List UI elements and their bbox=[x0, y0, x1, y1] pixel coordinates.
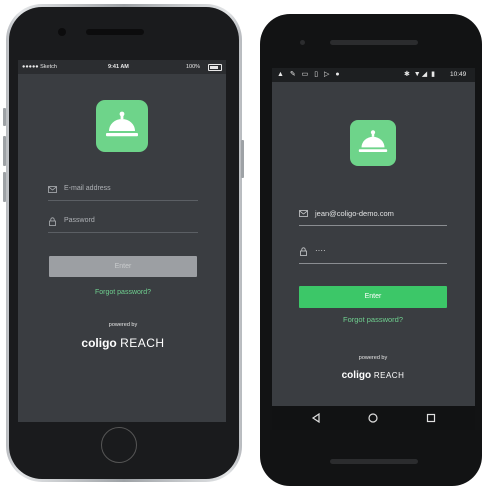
recents-icon[interactable] bbox=[426, 413, 436, 423]
brand-suffix: REACH bbox=[373, 371, 405, 380]
android-screen: ▲ ✎ ▭ ▯ ▷ ● ✱ ▼◢ ▮ 10:49 jean@coligo-dem… bbox=[272, 68, 475, 430]
iphone-screen: ●●●●● Sketch 9:41 AM 100% E-mail address… bbox=[18, 60, 226, 422]
bottom-speaker bbox=[330, 459, 418, 464]
password-underline bbox=[48, 232, 198, 233]
password-placeholder: Password bbox=[64, 217, 95, 224]
system-icons: ✱ ▼◢ ▮ bbox=[404, 71, 436, 78]
email-field[interactable]: jean@coligo-demo.com bbox=[299, 208, 447, 220]
home-button[interactable] bbox=[101, 427, 137, 463]
earpiece-speaker bbox=[86, 29, 144, 35]
brand-name: coligo bbox=[81, 336, 117, 350]
lock-icon bbox=[49, 217, 56, 226]
brand-logo: coligo REACH bbox=[48, 336, 198, 350]
password-field[interactable]: ···· bbox=[299, 246, 447, 258]
front-camera bbox=[58, 28, 66, 36]
mail-icon bbox=[299, 210, 308, 217]
app-logo-icon bbox=[350, 120, 396, 166]
back-icon[interactable] bbox=[311, 413, 321, 423]
mail-icon bbox=[48, 186, 57, 193]
email-value: jean@coligo-demo.com bbox=[315, 209, 394, 218]
brand-name: coligo bbox=[341, 370, 372, 381]
home-icon[interactable] bbox=[368, 413, 378, 423]
password-value: ···· bbox=[315, 246, 326, 255]
email-placeholder: E-mail address bbox=[64, 185, 111, 192]
email-underline bbox=[299, 225, 447, 226]
notification-icons: ▲ ✎ ▭ ▯ ▷ ● bbox=[277, 71, 342, 78]
password-underline bbox=[299, 263, 447, 264]
front-camera bbox=[300, 40, 305, 45]
brand-logo: coligo REACH bbox=[299, 370, 447, 381]
status-bar: ▲ ✎ ▭ ▯ ▷ ● ✱ ▼◢ ▮ 10:49 bbox=[272, 68, 475, 82]
carrier-label: ●●●●● Sketch bbox=[22, 64, 57, 70]
email-underline bbox=[48, 200, 198, 201]
app-logo-icon bbox=[96, 100, 148, 152]
password-field[interactable]: Password bbox=[48, 216, 198, 228]
powered-by-label: powered by bbox=[108, 322, 138, 328]
enter-button[interactable]: Enter bbox=[49, 256, 197, 277]
brand-suffix: REACH bbox=[120, 336, 165, 350]
navigation-bar bbox=[272, 406, 475, 430]
volume-up-button bbox=[3, 136, 6, 166]
enter-button[interactable]: Enter bbox=[299, 286, 447, 308]
lock-icon bbox=[300, 247, 307, 256]
forgot-password-link[interactable]: Forgot password? bbox=[299, 315, 447, 324]
forgot-password-link[interactable]: Forgot password? bbox=[48, 289, 198, 296]
powered-by-label: powered by bbox=[358, 355, 388, 361]
battery-icon bbox=[208, 64, 222, 71]
battery-percent: 100% bbox=[186, 64, 201, 70]
status-bar: ●●●●● Sketch 9:41 AM 100% bbox=[18, 60, 226, 74]
top-speaker bbox=[330, 40, 418, 45]
email-field[interactable]: E-mail address bbox=[48, 184, 198, 196]
mute-switch bbox=[3, 108, 6, 126]
clock: 10:49 bbox=[450, 71, 467, 78]
clock: 9:41 AM bbox=[108, 64, 129, 70]
volume-down-button bbox=[3, 172, 6, 202]
power-button bbox=[241, 140, 244, 178]
